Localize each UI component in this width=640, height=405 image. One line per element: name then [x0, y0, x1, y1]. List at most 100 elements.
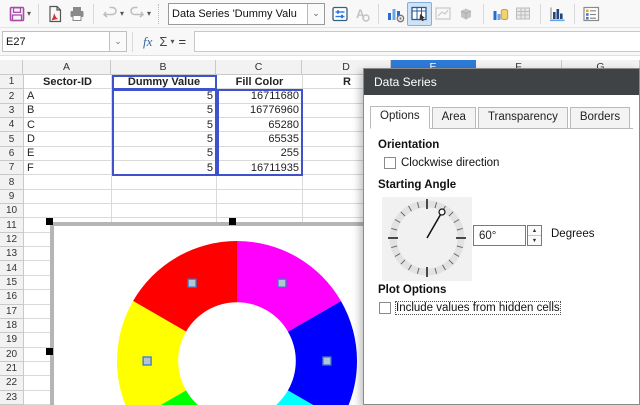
chevron-down-icon[interactable]: ⌄: [307, 4, 324, 24]
row-header-13[interactable]: 13: [0, 247, 24, 261]
row-header-15[interactable]: 15: [0, 276, 24, 290]
grid-cell[interactable]: Fill Color: [217, 75, 303, 89]
grid-cell[interactable]: Sector-ID: [24, 75, 112, 89]
grid-cell[interactable]: 16776960: [217, 104, 303, 118]
tab-area[interactable]: Area: [432, 107, 476, 128]
grid-cell[interactable]: Dummy Value: [112, 75, 217, 89]
row-header-19[interactable]: 19: [0, 333, 24, 347]
hidden-cells-checkbox[interactable]: [379, 302, 391, 314]
grid-cell[interactable]: C: [24, 118, 112, 132]
chart-resize-handle-top-left[interactable]: [46, 218, 53, 225]
chart-type-button[interactable]: [384, 2, 407, 26]
export-pdf-button[interactable]: [44, 2, 66, 26]
chevron-down-icon[interactable]: ⌄: [109, 32, 126, 51]
grid-cell[interactable]: 5: [112, 104, 217, 118]
spin-down-button[interactable]: ▼: [528, 236, 541, 245]
grid-cell[interactable]: 5: [112, 118, 217, 132]
grid-cell[interactable]: 5: [112, 89, 217, 103]
grid-cell[interactable]: [24, 175, 112, 189]
select-all-corner[interactable]: [0, 60, 23, 75]
row-header-2[interactable]: 2: [0, 89, 24, 103]
row-header-11[interactable]: 11: [0, 218, 24, 232]
3d-view-button[interactable]: [455, 2, 478, 26]
clockwise-direction-label[interactable]: Clockwise direction: [401, 157, 499, 169]
donut-chart[interactable]: [54, 226, 416, 405]
chart-resize-handle-left-middle[interactable]: [46, 348, 53, 355]
formula-input[interactable]: [194, 31, 640, 52]
row-header-17[interactable]: 17: [0, 305, 24, 319]
spin-up-button[interactable]: ▲: [528, 226, 541, 236]
save-dropdown-arrow[interactable]: ▾: [27, 9, 31, 18]
legend-toggle-button[interactable]: [580, 2, 603, 26]
print-button[interactable]: [66, 2, 88, 26]
row-header-8[interactable]: 8: [0, 175, 24, 189]
row-header-23[interactable]: 23: [0, 391, 24, 405]
row-header-5[interactable]: 5: [0, 132, 24, 146]
function-wizard-button[interactable]: fx: [138, 34, 157, 50]
undo-dropdown-arrow[interactable]: ▾: [120, 9, 124, 18]
dialog-title-bar[interactable]: Data Series: [364, 69, 639, 95]
grid-cell[interactable]: E: [24, 147, 112, 161]
grid-cell[interactable]: F: [24, 161, 112, 175]
data-in-columns-button[interactable]: [512, 2, 535, 26]
format-character-button[interactable]: A: [351, 2, 373, 26]
grid-cell[interactable]: 255: [217, 147, 303, 161]
row-header-4[interactable]: 4: [0, 118, 24, 132]
angle-dial[interactable]: [382, 197, 472, 281]
grid-cell[interactable]: [112, 204, 217, 218]
redo-dropdown-arrow[interactable]: ▾: [147, 9, 151, 18]
redo-button[interactable]: ▾: [126, 2, 153, 26]
row-header-3[interactable]: 3: [0, 104, 24, 118]
grid-cell[interactable]: D: [24, 132, 112, 146]
chart-area[interactable]: [50, 222, 416, 405]
format-selection-button[interactable]: [329, 2, 351, 26]
undo-button[interactable]: ▾: [99, 2, 126, 26]
grid-cell[interactable]: [217, 175, 303, 189]
row-header-7[interactable]: 7: [0, 161, 24, 175]
equals-button[interactable]: =: [174, 34, 190, 49]
hidden-cells-label[interactable]: Include values from hidden cells: [396, 302, 560, 314]
grid-cell[interactable]: 65280: [217, 118, 303, 132]
series-selection-handle[interactable]: [143, 357, 151, 365]
grid-cell[interactable]: [112, 175, 217, 189]
grid-cell[interactable]: 5: [112, 161, 217, 175]
grid-cell[interactable]: [112, 190, 217, 204]
grid-cell[interactable]: 5: [112, 132, 217, 146]
tab-options[interactable]: Options: [370, 106, 430, 129]
save-button[interactable]: ▾: [6, 2, 33, 26]
dial-needle[interactable]: [427, 213, 442, 238]
tab-borders[interactable]: Borders: [570, 107, 630, 128]
row-header-21[interactable]: 21: [0, 362, 24, 376]
clockwise-direction-checkbox[interactable]: [384, 157, 396, 169]
chart-element-selector[interactable]: Data Series 'Dummy Valu ⌄: [168, 3, 325, 25]
dial-knob[interactable]: [439, 209, 445, 215]
row-header-6[interactable]: 6: [0, 147, 24, 161]
grid-cell[interactable]: [217, 204, 303, 218]
row-header-16[interactable]: 16: [0, 290, 24, 304]
data-in-rows-button[interactable]: [489, 2, 512, 26]
grids-button[interactable]: [546, 2, 569, 26]
grid-cell[interactable]: 16711680: [217, 89, 303, 103]
column-header-A[interactable]: A: [23, 60, 111, 75]
angle-input[interactable]: 60°: [473, 225, 526, 246]
sum-button[interactable]: Σ: [157, 34, 169, 49]
column-header-C[interactable]: C: [216, 60, 302, 75]
grid-cell[interactable]: [24, 190, 112, 204]
grid-cell[interactable]: 65535: [217, 132, 303, 146]
row-header-20[interactable]: 20: [0, 348, 24, 362]
grid-cell[interactable]: [217, 190, 303, 204]
row-header-22[interactable]: 22: [0, 376, 24, 390]
row-header-1[interactable]: 1: [0, 75, 24, 89]
grid-cell[interactable]: [24, 204, 112, 218]
grid-cell[interactable]: 16711935: [217, 161, 303, 175]
name-box[interactable]: E27 ⌄: [2, 31, 127, 52]
column-header-B[interactable]: B: [111, 60, 216, 75]
grid-cell[interactable]: B: [24, 104, 112, 118]
data-table-button[interactable]: [407, 2, 432, 26]
grid-cell[interactable]: 5: [112, 147, 217, 161]
row-header-18[interactable]: 18: [0, 319, 24, 333]
grid-cell[interactable]: A: [24, 89, 112, 103]
tab-transparency[interactable]: Transparency: [478, 107, 568, 128]
row-header-10[interactable]: 10: [0, 204, 24, 218]
chart-resize-handle-top-middle[interactable]: [229, 218, 236, 225]
